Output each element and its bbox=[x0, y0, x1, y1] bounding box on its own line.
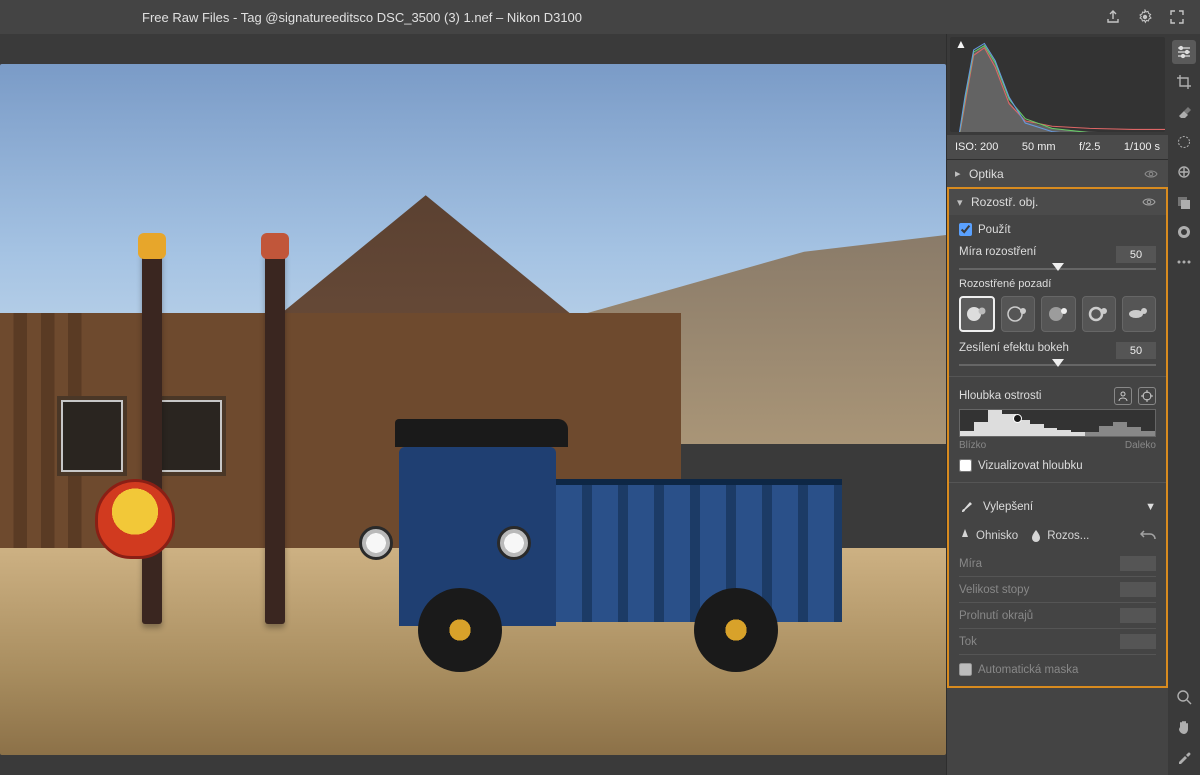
blur-amount-slider[interactable] bbox=[959, 268, 1156, 270]
use-label: Použít bbox=[978, 224, 1011, 236]
depth-row: Hloubka ostrosti bbox=[959, 387, 1156, 451]
bokeh-gain-value[interactable]: 50 bbox=[1116, 342, 1156, 359]
exif-bar: ISO: 200 50 mm f/2.5 1/100 s bbox=[947, 135, 1168, 159]
histogram[interactable]: ▲ ISO: 200 50 mm f/2.5 1/100 s bbox=[947, 34, 1168, 159]
brush-tab-focus-label: Ohnisko bbox=[976, 530, 1018, 542]
patch-icon[interactable] bbox=[1172, 160, 1196, 184]
automask-row[interactable]: Automatická maska bbox=[959, 655, 1156, 678]
depth-face-icon[interactable] bbox=[1114, 387, 1132, 405]
adjustments-icon[interactable] bbox=[1172, 40, 1196, 64]
blur-amount-row: Míra rozostření 50 bbox=[959, 246, 1156, 270]
depth-graph[interactable] bbox=[959, 409, 1156, 437]
use-checkbox-row[interactable]: Použít bbox=[959, 223, 1156, 236]
depth-far-label: Daleko bbox=[1125, 440, 1156, 451]
exif-shutter: 1/100 s bbox=[1124, 141, 1160, 153]
chevron-down-icon: ▼ bbox=[1145, 501, 1156, 513]
section-rozostr-body: Použít Míra rozostření 50 Rozostřené poz… bbox=[947, 215, 1168, 688]
brush-icon bbox=[959, 499, 977, 515]
param-stopy[interactable]: Velikost stopy bbox=[959, 577, 1156, 603]
blur-amount-value[interactable]: 50 bbox=[1116, 246, 1156, 263]
chevron-down-icon: ▾ bbox=[957, 196, 971, 209]
right-panel: ▲ ISO: 200 50 mm f/2.5 1/100 s ▸ bbox=[946, 34, 1168, 775]
automask-checkbox bbox=[959, 663, 972, 676]
canvas-area[interactable] bbox=[0, 34, 946, 775]
titlebar: Free Raw Files - Tag @signatureeditsco D… bbox=[0, 0, 1200, 34]
visualize-depth-checkbox[interactable] bbox=[959, 459, 972, 472]
export-icon[interactable] bbox=[1102, 6, 1124, 28]
eraser-icon[interactable] bbox=[1172, 100, 1196, 124]
visualize-depth-row[interactable]: Vizualizovat hloubku bbox=[959, 459, 1156, 472]
lasso-icon[interactable] bbox=[1172, 130, 1196, 154]
toolbar bbox=[1168, 34, 1200, 775]
param-tok[interactable]: Tok bbox=[959, 629, 1156, 655]
blurred-bg-label: Rozostřené pozadí bbox=[959, 278, 1156, 290]
bokeh-style-1[interactable] bbox=[959, 296, 995, 332]
undo-icon[interactable] bbox=[1140, 530, 1156, 542]
param-mira[interactable]: Míra bbox=[959, 551, 1156, 577]
bokeh-style-4[interactable] bbox=[1082, 296, 1116, 332]
section-optika-title: Optika bbox=[969, 167, 1144, 181]
brush-tab-blur[interactable]: Rozos... bbox=[1030, 529, 1089, 543]
bokeh-style-3[interactable] bbox=[1041, 296, 1075, 332]
brush-tabs: Ohnisko Rozos... bbox=[959, 521, 1156, 551]
exif-focal: 50 mm bbox=[1022, 141, 1056, 153]
visualize-depth-label: Vizualizovat hloubku bbox=[978, 460, 1083, 472]
zoom-icon[interactable] bbox=[1172, 685, 1196, 709]
param-okraju[interactable]: Prolnutí okrajů bbox=[959, 603, 1156, 629]
fullscreen-icon[interactable] bbox=[1166, 6, 1188, 28]
enhance-title: Vylepšení bbox=[983, 501, 1139, 513]
more-icon[interactable] bbox=[1172, 250, 1196, 274]
blur-amount-label: Míra rozostření bbox=[959, 246, 1036, 263]
enhance-header[interactable]: Vylepšení ▼ bbox=[959, 493, 1156, 521]
depth-target-icon[interactable] bbox=[1138, 387, 1156, 405]
crop-icon[interactable] bbox=[1172, 70, 1196, 94]
visibility-icon[interactable] bbox=[1142, 197, 1158, 207]
bokeh-gain-slider[interactable] bbox=[959, 364, 1156, 366]
bokeh-swatches bbox=[959, 296, 1156, 332]
depth-label: Hloubka ostrosti bbox=[959, 390, 1041, 402]
exif-aperture: f/2.5 bbox=[1079, 141, 1100, 153]
automask-label: Automatická maska bbox=[978, 664, 1078, 676]
section-rozostr-title: Rozostř. obj. bbox=[971, 195, 1142, 209]
settings-icon[interactable] bbox=[1134, 6, 1156, 28]
image-preview bbox=[0, 64, 946, 755]
use-checkbox[interactable] bbox=[959, 223, 972, 236]
picker-icon[interactable] bbox=[1172, 745, 1196, 769]
brush-tab-blur-label: Rozos... bbox=[1047, 530, 1089, 542]
bokeh-gain-label: Zesílení efektu bokeh bbox=[959, 342, 1069, 359]
section-rozostr-header[interactable]: ▾ Rozostř. obj. bbox=[947, 187, 1168, 215]
section-optika-header[interactable]: ▸ Optika bbox=[947, 159, 1168, 187]
bokeh-style-5[interactable] bbox=[1122, 296, 1156, 332]
vignette-icon[interactable] bbox=[1172, 220, 1196, 244]
visibility-icon[interactable] bbox=[1144, 169, 1160, 179]
document-title: Free Raw Files - Tag @signatureeditsco D… bbox=[142, 10, 582, 25]
bokeh-style-2[interactable] bbox=[1001, 296, 1035, 332]
exif-iso: ISO: 200 bbox=[955, 141, 998, 153]
chevron-right-icon: ▸ bbox=[955, 167, 969, 180]
hand-icon[interactable] bbox=[1172, 715, 1196, 739]
layers-icon[interactable] bbox=[1172, 190, 1196, 214]
brush-tab-focus[interactable]: Ohnisko bbox=[959, 529, 1018, 543]
depth-near-label: Blízko bbox=[959, 440, 986, 451]
bokeh-gain-row: Zesílení efektu bokeh 50 bbox=[959, 342, 1156, 366]
